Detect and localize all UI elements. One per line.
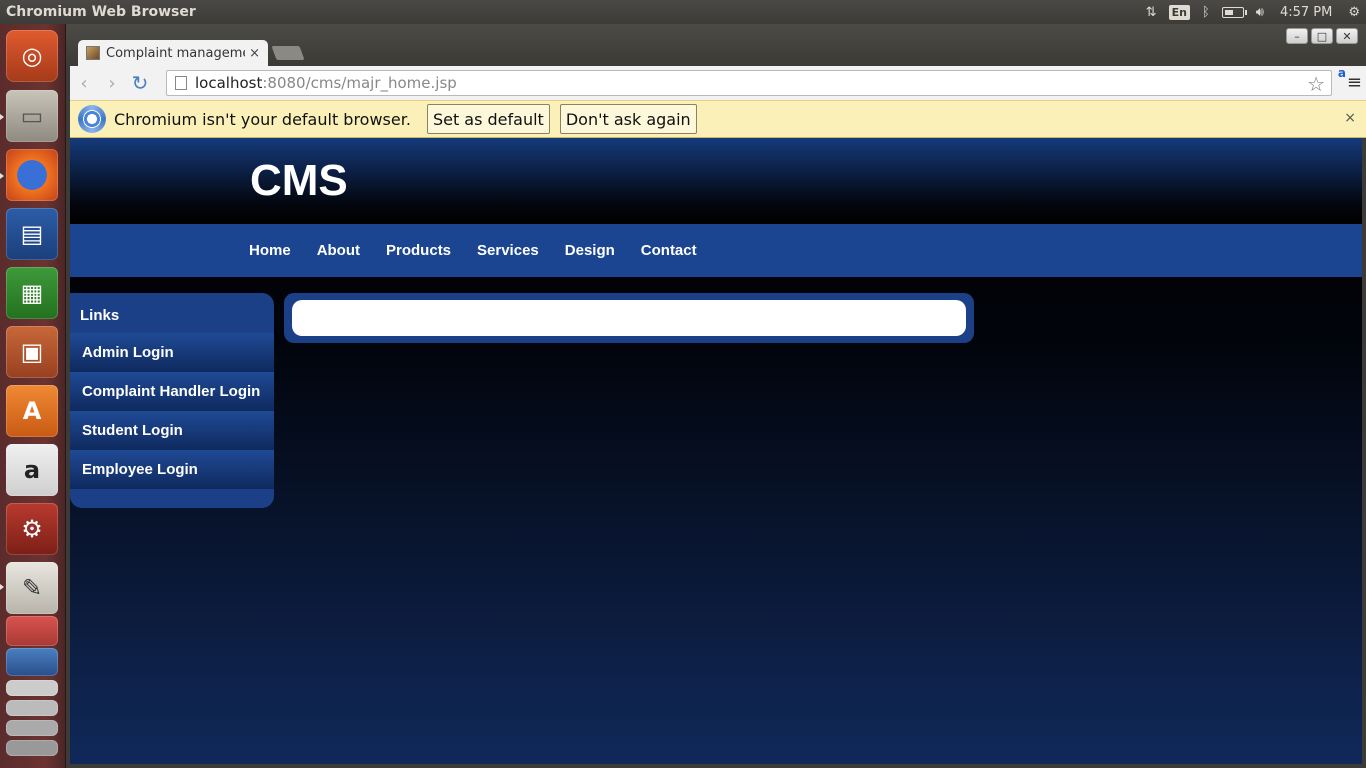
employee-login-link[interactable]: Employee Login	[70, 450, 274, 489]
admin-login-link[interactable]: Admin Login	[70, 333, 274, 372]
new-tab-button[interactable]	[271, 46, 305, 60]
app-icon[interactable]	[6, 700, 58, 716]
default-browser-infobar: Chromium isn't your default browser. Set…	[70, 100, 1366, 138]
system-settings-icon[interactable]: ⚙	[6, 503, 58, 555]
launcher: ◎ ▭ ▤ ▦ ▣ A a ⚙ ✎	[0, 24, 66, 768]
bluetooth-icon[interactable]: ᛒ	[1196, 0, 1216, 24]
files-icon[interactable]: ▭	[6, 90, 58, 142]
main-content-panel	[292, 300, 966, 336]
chromium-launcher-icon[interactable]	[6, 648, 58, 676]
site-header: CMS	[70, 138, 1362, 224]
ubuntu-dash-icon[interactable]: ◎	[6, 30, 58, 82]
volume-icon[interactable]: 🔊︎	[1250, 0, 1270, 24]
close-icon[interactable]: ✕	[1336, 28, 1358, 44]
chromium-logo-icon	[78, 105, 106, 133]
minimize-icon[interactable]: –	[1286, 28, 1308, 44]
page-viewport: CMS Home About Products Services Design …	[70, 138, 1362, 764]
menu-icon[interactable]: ≡	[1347, 72, 1362, 93]
complaint-handler-login-link[interactable]: Complaint Handler Login	[70, 372, 274, 411]
amazon-icon[interactable]: a	[6, 444, 58, 496]
page-icon	[175, 76, 187, 90]
nav-products[interactable]: Products	[386, 242, 451, 259]
url-path: :8080/cms/majr_home.jsp	[262, 74, 457, 92]
text-editor-icon[interactable]: ✎	[6, 562, 58, 614]
infobar-close-icon[interactable]: ×	[1344, 110, 1356, 126]
forward-icon[interactable]: ›	[98, 69, 126, 97]
site-logo[interactable]: CMS	[250, 156, 348, 206]
software-center-icon[interactable]: A	[6, 385, 58, 437]
impress-icon[interactable]: ▣	[6, 326, 58, 378]
favicon-icon	[86, 46, 100, 60]
dont-ask-again-button[interactable]: Don't ask again	[559, 104, 697, 134]
site-nav: Home About Products Services Design Cont…	[70, 224, 1362, 277]
window-bottom-border	[70, 764, 1362, 768]
battery-icon[interactable]	[1216, 0, 1250, 24]
url-host: localhost	[195, 74, 263, 92]
set-as-default-button[interactable]: Set as default	[426, 104, 550, 134]
calc-icon[interactable]: ▦	[6, 267, 58, 319]
maximize-icon[interactable]: □	[1311, 28, 1333, 44]
indicator-area: ⇅ En ᛒ 🔊︎ 4:57 PM ⚙	[1140, 0, 1366, 24]
tab-complaint-management[interactable]: Complaint manageme ×	[78, 40, 268, 66]
infobar-message: Chromium isn't your default browser.	[114, 109, 411, 129]
sidebar-title: Links	[80, 307, 120, 324]
tab-title: Complaint manageme	[106, 45, 246, 61]
keyboard-layout-indicator[interactable]: En	[1163, 0, 1196, 24]
back-icon[interactable]: ‹	[70, 69, 98, 97]
browser-window: Complaint manageme × – □ ✕ ‹ › ↻ localho…	[66, 24, 1366, 768]
nav-services[interactable]: Services	[477, 242, 539, 259]
app-icon[interactable]	[6, 616, 58, 646]
app-icon[interactable]	[6, 740, 58, 756]
writer-icon[interactable]: ▤	[6, 208, 58, 260]
app-icon[interactable]	[6, 680, 58, 696]
app-icon[interactable]	[6, 720, 58, 736]
network-icon[interactable]: ⇅	[1140, 0, 1163, 24]
window-title: Chromium Web Browser	[6, 4, 196, 20]
window-controls: – □ ✕	[1286, 28, 1358, 44]
nav-about[interactable]: About	[317, 242, 360, 259]
nav-home[interactable]: Home	[249, 242, 291, 259]
clock[interactable]: 4:57 PM	[1270, 0, 1342, 24]
reload-icon[interactable]: ↻	[126, 69, 154, 97]
address-bar[interactable]: localhost :8080/cms/majr_home.jsp ☆	[166, 70, 1332, 96]
gear-icon[interactable]: ⚙	[1342, 0, 1366, 24]
nav-design[interactable]: Design	[565, 242, 615, 259]
top-panel: Chromium Web Browser ⇅ En ᛒ 🔊︎ 4:57 PM ⚙	[0, 0, 1366, 24]
firefox-icon[interactable]	[6, 149, 58, 201]
bookmark-star-icon[interactable]: ☆	[1307, 72, 1325, 96]
main-content-box	[284, 293, 974, 343]
browser-toolbar: ‹ › ↻ localhost :8080/cms/majr_home.jsp …	[70, 66, 1366, 100]
links-sidebar: Links Admin Login Complaint Handler Logi…	[70, 293, 274, 508]
student-login-link[interactable]: Student Login	[70, 411, 274, 450]
tab-strip: Complaint manageme × – □ ✕	[66, 24, 1366, 66]
tab-close-icon[interactable]: ×	[249, 46, 260, 61]
nav-contact[interactable]: Contact	[641, 242, 697, 259]
extension-icon[interactable]: a	[1338, 66, 1346, 80]
sidebar-list: Admin Login Complaint Handler Login Stud…	[70, 333, 274, 489]
